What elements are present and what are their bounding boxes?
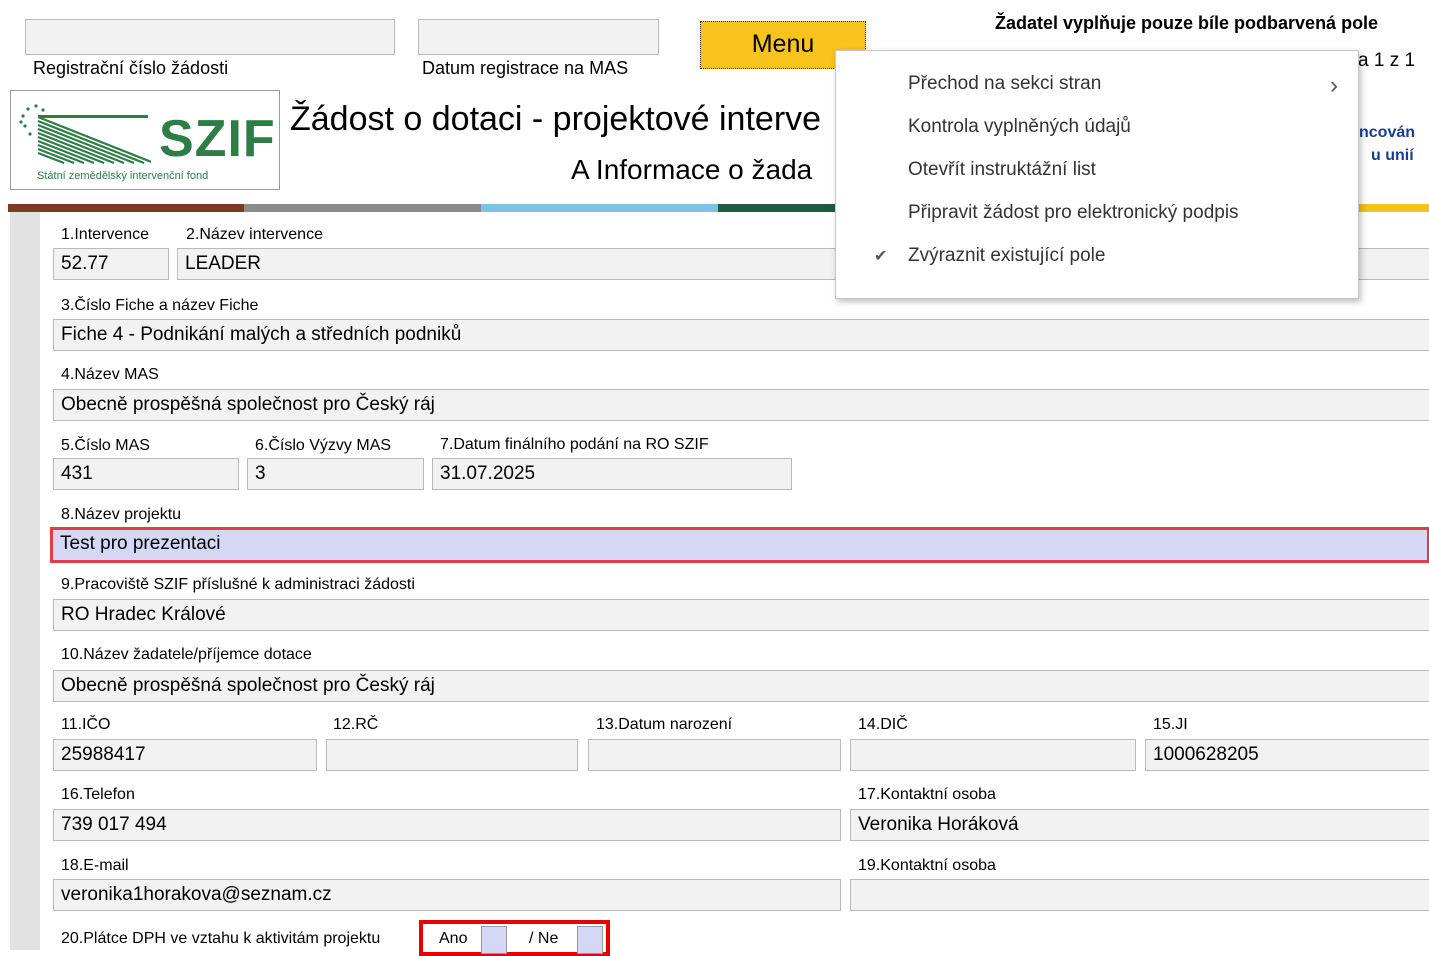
intervention-label: 1.Intervence	[61, 226, 150, 243]
vat-payer-label: 20.Plátce DPH ve vztahu k aktivitám proj…	[61, 930, 381, 947]
menu-item-check-fields[interactable]: Kontrola vyplněných údajů	[908, 116, 1131, 138]
stripe-yellow	[1356, 204, 1429, 212]
mas-number-label: 5.Číslo MAS	[61, 437, 150, 454]
ico-field[interactable]: 25988417	[53, 739, 317, 771]
szif-office-label: 9.Pracoviště SZIF příslušné k administra…	[61, 576, 415, 593]
stripe-green	[718, 204, 838, 212]
mas-call-number-field[interactable]: 3	[247, 458, 424, 490]
project-name-label: 8.Název projektu	[61, 506, 182, 523]
ico-label: 11.IČO	[61, 716, 111, 733]
dic-label: 14.DIČ	[858, 716, 908, 733]
fiche-label: 3.Číslo Fiche a název Fiche	[61, 297, 259, 314]
mas-name-field[interactable]: Obecně prospěšná společnost pro Český rá…	[53, 389, 1429, 421]
contact-person-field[interactable]: Veronika Horáková	[850, 809, 1429, 841]
dic-field[interactable]	[850, 739, 1136, 771]
vat-yes-label: Ano	[439, 930, 468, 947]
stripe-blue	[481, 204, 718, 212]
email-label: 18.E-mail	[61, 857, 129, 874]
section-subtitle: A Informace o žada	[571, 154, 813, 185]
vat-payer-group: Ano / Ne	[419, 920, 610, 956]
menu-dropdown: Přechod na sekci stran › Kontrola vyplně…	[835, 50, 1359, 299]
ji-field[interactable]: 1000628205	[1145, 739, 1429, 771]
menu-item-label: Zvýraznit existující pole	[908, 245, 1106, 266]
applicant-name-label: 10.Název žadatele/příjemce dotace	[61, 646, 312, 663]
rc-label: 12.RČ	[333, 716, 379, 733]
rc-field[interactable]	[326, 739, 578, 771]
menu-item-prepare-signature[interactable]: Připravit žádost pro elektronický podpis	[908, 202, 1239, 224]
mas-call-number-label: 6.Číslo Výzvy MAS	[255, 437, 392, 454]
birth-date-field[interactable]	[588, 739, 841, 771]
stripe-brown	[8, 204, 244, 212]
applicant-note: Žadatel vyplňuje pouze bíle podbarvená p…	[995, 13, 1379, 33]
email-field[interactable]: veronika1horakova@seznam.cz	[53, 879, 841, 911]
chevron-right-icon: ›	[1330, 72, 1338, 99]
registration-date-field[interactable]	[418, 19, 659, 55]
vat-no-label: / Ne	[529, 930, 559, 947]
contact-person-label: 17.Kontaktní osoba	[858, 786, 996, 803]
registration-date-label: Datum registrace na MAS	[422, 58, 629, 78]
fiche-field[interactable]: Fiche 4 - Podnikání malých a středních p…	[53, 319, 1429, 351]
project-name-field[interactable]: Test pro prezentaci	[50, 527, 1429, 563]
stripe-gray	[244, 204, 481, 212]
page-indicator: a 1 z 1	[1358, 50, 1416, 71]
final-submission-date-field[interactable]: 31.07.2025	[432, 458, 792, 490]
field-rows-icon	[19, 104, 151, 165]
logo-subtitle: Státní zemědělský intervenční fond	[37, 170, 209, 182]
ji-label: 15.JI	[1153, 716, 1188, 733]
szif-logo: SZIF Státní zemědělský intervenční fond	[10, 90, 280, 190]
intervention-field[interactable]: 52.77	[53, 248, 169, 280]
contact-person-2-label: 19.Kontaktní osoba	[858, 857, 996, 874]
contact-person-2-field[interactable]	[850, 879, 1429, 911]
right-text-partial-2: u unií	[1371, 147, 1414, 164]
form-left-bar	[10, 212, 40, 950]
final-submission-date-label: 7.Datum finálního podání na RO SZIF	[440, 436, 709, 453]
applicant-name-field[interactable]: Obecně prospěšná společnost pro Český rá…	[53, 670, 1429, 702]
intervention-name-label: 2.Název intervence	[186, 226, 323, 243]
menu-item-label: Přechod na sekci stran	[908, 73, 1102, 94]
phone-label: 16.Telefon	[61, 786, 135, 803]
szif-office-field[interactable]: RO Hradec Králové	[53, 599, 1429, 631]
checkmark-icon: ✔	[874, 248, 888, 265]
birth-date-label: 13.Datum narození	[596, 716, 733, 733]
phone-field[interactable]: 739 017 494	[53, 809, 841, 841]
menu-item-go-to-section[interactable]: Přechod na sekci stran ›	[908, 72, 1338, 99]
mas-name-label: 4.Název MAS	[61, 366, 159, 383]
registration-number-field[interactable]	[25, 19, 395, 55]
registration-number-label: Registrační číslo žádosti	[33, 58, 229, 78]
menu-item-highlight-fields[interactable]: ✔ Zvýraznit existující pole	[874, 245, 1105, 267]
menu-item-open-instructions[interactable]: Otevřít instruktážní list	[908, 159, 1096, 181]
mas-number-field[interactable]: 431	[53, 458, 239, 490]
right-text-partial-1: ncován	[1359, 124, 1416, 141]
page-title: Žádost o dotaci - projektové interve	[290, 100, 822, 138]
logo-wordmark: SZIF	[159, 110, 276, 168]
